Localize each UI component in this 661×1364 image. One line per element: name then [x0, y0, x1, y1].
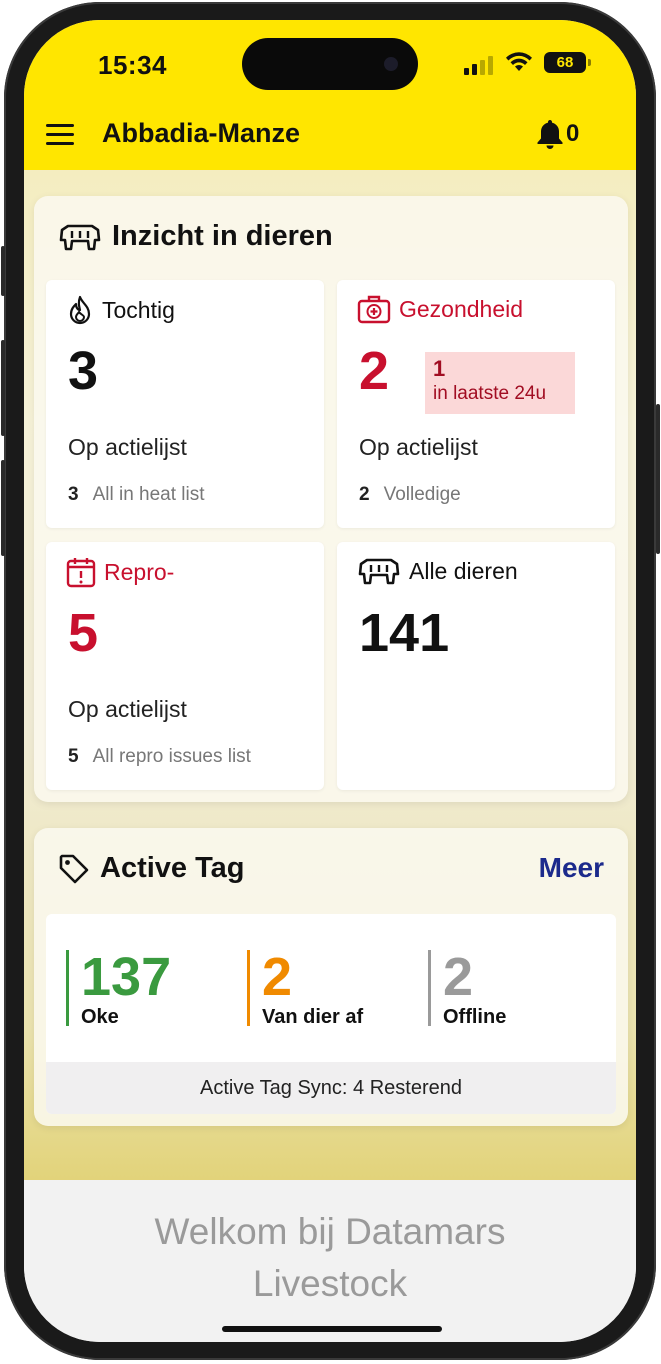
page-title: Abbadia-Manze [102, 118, 301, 148]
card-repro-subtitle: Op actielijst [68, 696, 187, 722]
status-time: 15:34 [98, 50, 167, 80]
card-tochtig-title: Tochtig [102, 296, 175, 323]
card-tochtig-footer[interactable]: 3 All in heat list [68, 484, 205, 506]
stat-offline-label: Offline [443, 1006, 507, 1028]
cow-icon [59, 224, 101, 250]
active-tag-title: Active Tag [100, 852, 245, 884]
card-gezondheid-footer-label: Volledige [383, 484, 461, 505]
app-screen: 15:34 68 Abbadia-Manze 0 Inzicht in dier… [24, 20, 636, 1342]
card-repro-footer-label: All repro issues list [92, 746, 251, 767]
card-tochtig-count: 3 [68, 341, 99, 401]
card-alle-dieren-header: Alle dieren [357, 556, 518, 586]
cellular-signal-icon [464, 56, 493, 75]
card-tochtig-footer-count: 3 [68, 484, 79, 505]
battery-indicator: 68 [544, 52, 591, 73]
flame-icon [69, 295, 91, 325]
bell-icon [537, 120, 563, 149]
card-gezondheid-subtitle: Op actielijst [359, 434, 478, 460]
active-tag-header: Active Tag [58, 852, 245, 885]
stat-van-dier-af-value: 2 [262, 947, 293, 1007]
stat-van-dier-af-label: Van dier af [262, 1006, 364, 1028]
card-repro-count: 5 [68, 603, 99, 663]
card-repro-title: Repro- [104, 558, 175, 585]
stat-oke: 137 Oke [66, 947, 172, 1028]
side-button [1, 246, 5, 296]
card-repro[interactable]: Repro- 5 Op actielijst 5 All repro issues… [46, 542, 324, 790]
welcome-line-2: Livestock [252, 1263, 408, 1304]
cow-icon [358, 558, 400, 585]
stat-oke-value: 137 [81, 947, 172, 1007]
welcome-banner: Welkom bij Datamars Livestock [24, 1180, 636, 1342]
card-tochtig-subtitle: Op actielijst [68, 434, 187, 460]
card-repro-footer-count: 5 [68, 746, 79, 767]
dynamic-island [242, 38, 418, 90]
card-gezondheid-footer[interactable]: 2 Volledige [359, 484, 461, 506]
top-bar: 15:34 68 Abbadia-Manze 0 [24, 20, 636, 170]
recent-alert-count: 1 [433, 356, 446, 381]
active-tag-sync-status: Active Tag Sync: 4 Resterend [46, 1062, 616, 1114]
card-gezondheid-footer-count: 2 [359, 484, 370, 505]
hamburger-menu-icon[interactable] [46, 124, 74, 146]
animals-insight-panel: Inzicht in dieren Tochtig 3 Op actielijs… [34, 196, 628, 802]
stat-van-dier-af: 2 Van dier af [247, 947, 364, 1028]
wifi-icon [506, 52, 532, 71]
animals-panel-header: Inzicht in dieren [58, 220, 333, 253]
card-repro-header: Repro- [66, 556, 174, 588]
recent-alert-label: in laatste 24u [433, 383, 547, 404]
stat-offline-value: 2 [443, 947, 474, 1007]
card-tochtig-footer-label: All in heat list [92, 484, 205, 505]
calendar-alert-icon [66, 558, 96, 588]
notifications-button[interactable]: 0 [536, 118, 579, 150]
card-gezondheid-header: Gezondheid [357, 294, 523, 324]
tag-icon [59, 854, 89, 883]
side-button [1, 340, 5, 436]
side-button [1, 460, 5, 556]
first-aid-kit-icon [357, 295, 391, 324]
stat-oke-label: Oke [81, 1006, 119, 1028]
notification-count: 0 [566, 120, 580, 147]
card-tochtig-header: Tochtig [66, 294, 175, 326]
animals-panel-title: Inzicht in dieren [112, 220, 333, 252]
active-tag-panel: Active Tag Meer 137 Oke 2 Van dier af 2 … [34, 828, 628, 1126]
card-gezondheid[interactable]: Gezondheid 2 1 in laatste 24u Op actieli… [337, 280, 615, 528]
recent-alert-badge: 1 in laatste 24u [425, 352, 575, 414]
stat-offline: 2 Offline [428, 947, 507, 1028]
home-indicator[interactable] [222, 1326, 442, 1332]
card-tochtig[interactable]: Tochtig 3 Op actielijst 3 All in heat lis… [46, 280, 324, 528]
welcome-line-1: Welkom bij Datamars [154, 1211, 506, 1252]
welcome-text: Welkom bij Datamars Livestock [24, 1206, 636, 1310]
side-button [656, 404, 660, 554]
card-alle-dieren[interactable]: Alle dieren 141 [337, 542, 615, 790]
card-repro-footer[interactable]: 5 All repro issues list [68, 746, 251, 768]
card-alle-dieren-count: 141 [359, 603, 450, 663]
card-gezondheid-count: 2 [359, 341, 390, 401]
active-tag-stats-card[interactable]: 137 Oke 2 Van dier af 2 Offline Active T… [46, 914, 616, 1114]
more-link[interactable]: Meer [539, 852, 604, 884]
card-alle-dieren-title: Alle dieren [409, 557, 518, 584]
card-gezondheid-title: Gezondheid [399, 295, 524, 322]
